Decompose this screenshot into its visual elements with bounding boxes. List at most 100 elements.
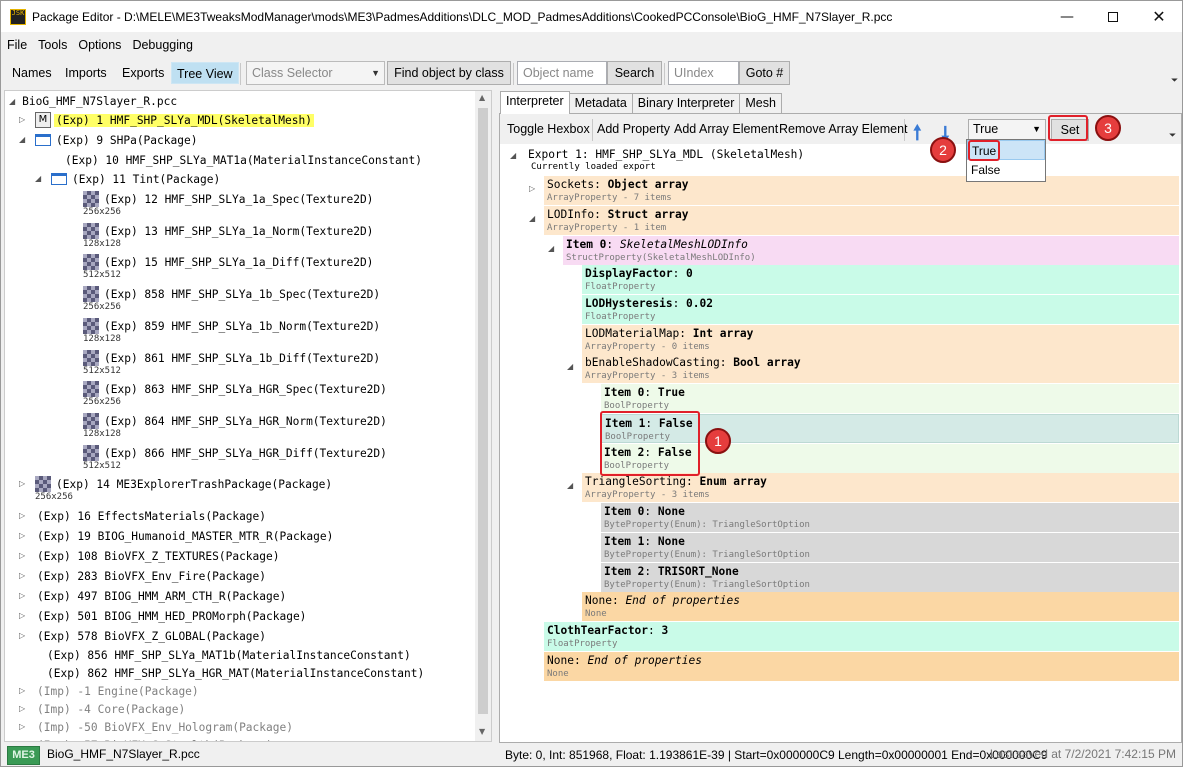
collapsed-arrow-icon[interactable]: ▷ [19,551,25,560]
property-row[interactable]: Item 0: None ByteProperty(Enum): Triangle… [601,503,1179,532]
menu-options[interactable]: Options [72,38,126,52]
tree-node[interactable]: (Exp) 15 HMF_SHP_SLYa_1a_Diff(Texture2D) [83,253,375,271]
tree-node[interactable]: (Exp) 863 HMF_SHP_SLYa_HGR_Spec(Texture2… [83,380,389,398]
exports-button[interactable]: Exports [117,62,169,84]
uindex-input[interactable]: UIndex [668,61,739,85]
bool-value-dropdown[interactable]: True ▼ [968,119,1046,140]
tree-node[interactable]: (Exp) 10 HMF_SHP_SLYa_MAT1a(MaterialInst… [63,151,424,169]
tree-node[interactable]: (Exp) 858 HMF_SHP_SLYa_1b_Spec(Texture2D… [83,285,382,303]
tree-node[interactable]: (Exp) 864 HMF_SHP_SLYa_HGR_Norm(Texture2… [83,412,389,430]
tab-binary-interpreter[interactable]: Binary Interpreter [631,93,741,114]
collapsed-arrow-icon[interactable]: ▷ [19,571,25,580]
close-button[interactable]: ✕ [1136,1,1182,32]
property-row[interactable]: DisplayFactor: 0 FloatProperty [582,265,1179,294]
tab-metadata[interactable]: Metadata [568,93,633,114]
menu-file[interactable]: File [1,38,32,52]
add-property-button[interactable]: Add Property [597,122,670,136]
tree-view-button[interactable]: Tree View [171,62,239,84]
property-row[interactable]: LODHysteresis: 0.02 FloatProperty [582,295,1179,324]
tree-node[interactable]: ▷ (Imp) -57 BioVFX_C_Stealth(Package) [19,736,275,742]
menu-debugging[interactable]: Debugging [126,38,197,52]
tree-node[interactable]: (Exp) 866 HMF_SHP_SLYa_HGR_Diff(Texture2… [83,444,389,462]
toolbar-overflow-icon[interactable]: ⏷ [1171,75,1178,86]
tree-node[interactable]: ▷ (Exp) 283 BioVFX_Env_Fire(Package) [19,567,268,585]
property-row[interactable]: LODInfo: Struct array ArrayProperty - 1 i… [544,206,1179,235]
search-button[interactable]: Search [607,61,662,85]
property-row[interactable]: None: End of properties None [544,652,1179,681]
tab-mesh[interactable]: Mesh [739,93,782,114]
collapsed-arrow-icon[interactable]: ▷ [19,115,25,124]
expanded-arrow-icon[interactable]: ◢ [35,174,41,183]
collapsed-arrow-icon[interactable]: ▷ [19,704,25,713]
tree-node[interactable]: ▷ (Exp) 501 BIOG_HMM_HED_PROMorph(Package… [19,607,308,625]
tree-node[interactable]: ▷ (Exp) 16 EffectsMaterials(Package) [19,507,268,525]
collapsed-arrow-icon[interactable]: ▷ [19,511,25,520]
tree-node[interactable]: (Exp) 856 HMF_SHP_SLYa_MAT1b(MaterialIns… [45,646,413,664]
tree-node[interactable]: ▷ (Imp) -50 BioVFX_Env_Hologram(Package) [19,718,295,736]
add-array-element-button[interactable]: Add Array Element [674,122,778,136]
tree-node[interactable]: ▷ (Exp) 108 BioVFX_Z_TEXTURES(Package) [19,547,281,565]
tree-node[interactable]: ▷ (Exp) 497 BIOG_HMM_ARM_CTH_R(Package) [19,587,288,605]
package-tree[interactable]: ◢ BioG_HMF_N7Slayer_R.pcc ▷ M (Exp) 1 HMF_… [4,90,492,742]
collapsed-arrow-icon[interactable]: ▷ [19,686,25,695]
tree-node[interactable]: (Exp) 861 HMF_SHP_SLYa_1b_Diff(Texture2D… [83,349,382,367]
property-row[interactable]: None: End of properties None [582,592,1179,621]
splitter[interactable] [493,90,498,742]
remove-array-element-button[interactable]: Remove Array Element [779,122,908,136]
collapsed-arrow-icon[interactable]: ▷ [19,479,25,488]
property-value: TRISORT_None [657,565,739,578]
property-row[interactable]: bEnableShadowCasting: Bool array ArrayPro… [582,354,1179,383]
collapsed-arrow-icon[interactable]: ▷ [19,722,25,731]
minimize-button[interactable]: — [1044,1,1090,32]
toolbar-overflow-icon[interactable]: ⏷ [1169,130,1176,141]
property-row[interactable]: Item 0: SkeletalMeshLODInfo StructPropert… [563,236,1179,265]
tree-node[interactable]: ▷ (Exp) 578 BioVFX_Z_GLOBAL(Package) [19,627,268,645]
property-row[interactable]: Item 1: None ByteProperty(Enum): Triangle… [601,533,1179,562]
property-row[interactable]: ClothTearFactor: 3 FloatProperty [544,622,1179,651]
tree-node[interactable]: (Exp) 13 HMF_SHP_SLYa_1a_Norm(Texture2D) [83,222,375,240]
expanded-arrow-icon[interactable]: ◢ [529,214,535,223]
find-by-class-button[interactable]: Find object by class [387,61,511,85]
class-selector-combo[interactable]: Class Selector ▼ [246,61,385,85]
collapsed-arrow-icon[interactable]: ▷ [19,591,25,600]
tree-scrollbar[interactable]: ▲ ▼ [475,91,491,741]
tree-node[interactable]: ▷ M (Exp) 1 HMF_SHP_SLYa_MDL(SkeletalMesh) [19,111,314,129]
folder-icon [51,173,67,185]
tree-node[interactable]: ◢ (Exp) 9 SHPa(Package) [19,131,199,149]
collapsed-arrow-icon[interactable]: ▷ [19,611,25,620]
tree-node[interactable]: (Exp) 862 HMF_SHP_SLYa_HGR_MAT(MaterialI… [45,664,426,682]
expanded-arrow-icon[interactable]: ◢ [567,362,573,371]
property-row[interactable]: Sockets: Object array ArrayProperty - 7 i… [544,176,1179,205]
goto-button[interactable]: Goto # [739,61,790,85]
collapsed-arrow-icon[interactable]: ▷ [19,631,25,640]
tree-node[interactable]: ▷ (Exp) 19 BIOG_Humanoid_MASTER_MTR_R(Pac… [19,527,335,545]
dropdown-option-false[interactable]: False [967,160,1045,180]
tab-interpreter[interactable]: Interpreter [500,91,570,114]
tree-node[interactable]: ▷ (Imp) -1 Engine(Package) [19,682,201,700]
collapsed-arrow-icon[interactable]: ▷ [19,740,25,741]
scroll-up-icon[interactable]: ▲ [479,93,485,102]
expanded-arrow-icon[interactable]: ◢ [567,481,573,490]
expanded-arrow-icon[interactable]: ◢ [19,135,25,144]
collapsed-arrow-icon[interactable]: ▷ [19,531,25,540]
collapsed-arrow-icon[interactable]: ▷ [529,184,535,193]
tree-node[interactable]: (Exp) 859 HMF_SHP_SLYa_1b_Norm(Texture2D… [83,317,382,335]
tree-node[interactable]: ◢ (Exp) 11 Tint(Package) [35,170,222,188]
toggle-hexbox-button[interactable]: Toggle Hexbox [507,122,590,136]
expanded-arrow-icon[interactable]: ◢ [548,244,554,253]
object-name-input[interactable]: Object name [517,61,607,85]
scroll-down-icon[interactable]: ▼ [479,727,485,736]
imports-button[interactable]: Imports [60,62,112,84]
maximize-button[interactable] [1090,1,1136,32]
tree-node[interactable]: ▷ (Exp) 14 ME3ExplorerTrashPackage(Packag… [19,475,334,493]
scroll-thumb[interactable] [478,108,488,714]
tree-node[interactable]: (Exp) 12 HMF_SHP_SLYa_1a_Spec(Texture2D) [83,190,375,208]
property-row[interactable]: Item 2: TRISORT_None ByteProperty(Enum): … [601,563,1179,592]
names-button[interactable]: Names [7,62,57,84]
tree-root[interactable]: ◢ BioG_HMF_N7Slayer_R.pcc [9,92,179,110]
property-row[interactable]: LODMaterialMap: Int array ArrayProperty -… [582,325,1179,354]
property-row[interactable]: TriangleSorting: Enum array ArrayProperty… [582,473,1179,502]
menu-tools[interactable]: Tools [32,38,72,52]
property-row[interactable]: Item 0: True BoolProperty [601,384,1179,413]
tree-node[interactable]: ▷ (Imp) -4 Core(Package) [19,700,187,718]
